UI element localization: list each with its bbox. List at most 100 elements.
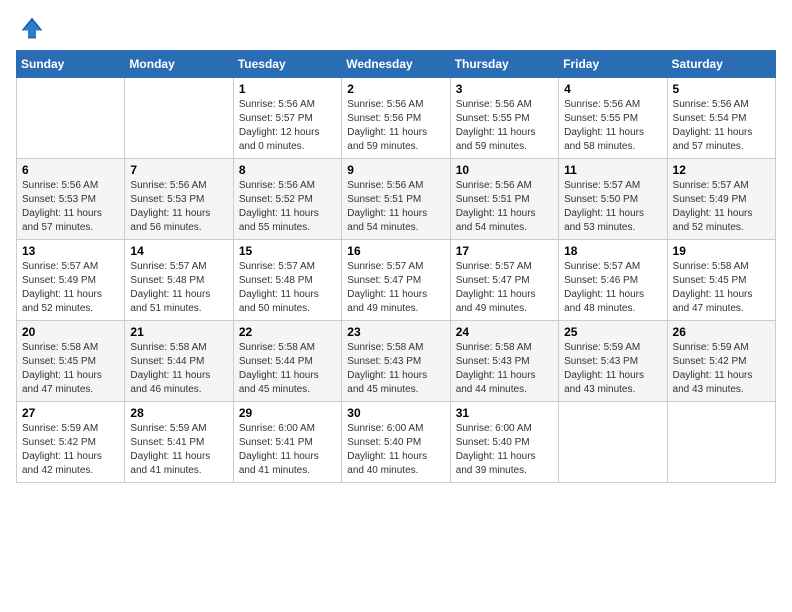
- calendar-cell: 8 Sunrise: 5:56 AMSunset: 5:52 PMDaylight…: [233, 159, 341, 240]
- week-row-3: 20 Sunrise: 5:58 AMSunset: 5:45 PMDayligh…: [17, 321, 776, 402]
- calendar-cell: 15 Sunrise: 5:57 AMSunset: 5:48 PMDayligh…: [233, 240, 341, 321]
- day-number: 27: [22, 406, 119, 420]
- header-saturday: Saturday: [667, 51, 775, 78]
- day-number: 11: [564, 163, 661, 177]
- day-info: Sunrise: 5:57 AMSunset: 5:49 PMDaylight:…: [22, 260, 119, 316]
- header-sunday: Sunday: [17, 51, 125, 78]
- day-info: Sunrise: 6:00 AMSunset: 5:40 PMDaylight:…: [347, 422, 444, 478]
- day-info: Sunrise: 5:56 AMSunset: 5:57 PMDaylight:…: [239, 98, 336, 154]
- day-number: 6: [22, 163, 119, 177]
- day-number: 28: [130, 406, 227, 420]
- day-info: Sunrise: 5:57 AMSunset: 5:47 PMDaylight:…: [456, 260, 553, 316]
- day-number: 15: [239, 244, 336, 258]
- page-header: [16, 16, 776, 40]
- calendar-cell: [559, 402, 667, 483]
- calendar-cell: 13 Sunrise: 5:57 AMSunset: 5:49 PMDayligh…: [17, 240, 125, 321]
- calendar-cell: 20 Sunrise: 5:58 AMSunset: 5:45 PMDayligh…: [17, 321, 125, 402]
- day-number: 21: [130, 325, 227, 339]
- header-monday: Monday: [125, 51, 233, 78]
- day-number: 7: [130, 163, 227, 177]
- day-info: Sunrise: 5:57 AMSunset: 5:46 PMDaylight:…: [564, 260, 661, 316]
- calendar-cell: 9 Sunrise: 5:56 AMSunset: 5:51 PMDaylight…: [342, 159, 450, 240]
- day-info: Sunrise: 6:00 AMSunset: 5:41 PMDaylight:…: [239, 422, 336, 478]
- calendar-header-row: SundayMondayTuesdayWednesdayThursdayFrid…: [17, 51, 776, 78]
- day-number: 20: [22, 325, 119, 339]
- calendar-cell: 18 Sunrise: 5:57 AMSunset: 5:46 PMDayligh…: [559, 240, 667, 321]
- calendar: SundayMondayTuesdayWednesdayThursdayFrid…: [16, 50, 776, 483]
- day-number: 14: [130, 244, 227, 258]
- calendar-cell: 19Sunrise: 5:58 AMSunset: 5:45 PMDayligh…: [667, 240, 775, 321]
- calendar-cell: 29 Sunrise: 6:00 AMSunset: 5:41 PMDayligh…: [233, 402, 341, 483]
- calendar-cell: 10 Sunrise: 5:56 AMSunset: 5:51 PMDayligh…: [450, 159, 558, 240]
- calendar-cell: [17, 78, 125, 159]
- calendar-cell: [125, 78, 233, 159]
- week-row-0: 1Sunrise: 5:56 AMSunset: 5:57 PMDaylight…: [17, 78, 776, 159]
- day-info: Sunrise: 5:56 AMSunset: 5:53 PMDaylight:…: [130, 179, 227, 235]
- day-number: 16: [347, 244, 444, 258]
- calendar-cell: 17 Sunrise: 5:57 AMSunset: 5:47 PMDayligh…: [450, 240, 558, 321]
- header-friday: Friday: [559, 51, 667, 78]
- header-thursday: Thursday: [450, 51, 558, 78]
- calendar-cell: 28Sunrise: 5:59 AMSunset: 5:41 PMDayligh…: [125, 402, 233, 483]
- day-info: Sunrise: 5:56 AMSunset: 5:51 PMDaylight:…: [347, 179, 444, 235]
- day-info: Sunrise: 5:59 AMSunset: 5:43 PMDaylight:…: [564, 341, 661, 397]
- header-tuesday: Tuesday: [233, 51, 341, 78]
- day-info: Sunrise: 5:58 AMSunset: 5:43 PMDaylight:…: [347, 341, 444, 397]
- calendar-cell: 14 Sunrise: 5:57 AMSunset: 5:48 PMDayligh…: [125, 240, 233, 321]
- calendar-cell: 26Sunrise: 5:59 AMSunset: 5:42 PMDayligh…: [667, 321, 775, 402]
- day-number: 10: [456, 163, 553, 177]
- logo-icon: [20, 16, 44, 40]
- calendar-cell: 11Sunrise: 5:57 AMSunset: 5:50 PMDayligh…: [559, 159, 667, 240]
- day-info: Sunrise: 5:59 AMSunset: 5:42 PMDaylight:…: [22, 422, 119, 478]
- day-info: Sunrise: 5:56 AMSunset: 5:53 PMDaylight:…: [22, 179, 119, 235]
- calendar-cell: 31Sunrise: 6:00 AMSunset: 5:40 PMDayligh…: [450, 402, 558, 483]
- day-number: 22: [239, 325, 336, 339]
- day-info: Sunrise: 5:56 AMSunset: 5:52 PMDaylight:…: [239, 179, 336, 235]
- calendar-cell: 22 Sunrise: 5:58 AMSunset: 5:44 PMDayligh…: [233, 321, 341, 402]
- day-info: Sunrise: 5:56 AMSunset: 5:56 PMDaylight:…: [347, 98, 444, 154]
- day-number: 2: [347, 82, 444, 96]
- day-info: Sunrise: 5:57 AMSunset: 5:48 PMDaylight:…: [130, 260, 227, 316]
- day-number: 18: [564, 244, 661, 258]
- day-number: 26: [673, 325, 770, 339]
- week-row-2: 13 Sunrise: 5:57 AMSunset: 5:49 PMDayligh…: [17, 240, 776, 321]
- calendar-cell: 3Sunrise: 5:56 AMSunset: 5:55 PMDaylight…: [450, 78, 558, 159]
- day-info: Sunrise: 5:56 AMSunset: 5:51 PMDaylight:…: [456, 179, 553, 235]
- header-wednesday: Wednesday: [342, 51, 450, 78]
- day-number: 24: [456, 325, 553, 339]
- day-info: Sunrise: 5:56 AMSunset: 5:55 PMDaylight:…: [564, 98, 661, 154]
- day-number: 4: [564, 82, 661, 96]
- calendar-cell: 5 Sunrise: 5:56 AMSunset: 5:54 PMDaylight…: [667, 78, 775, 159]
- day-info: Sunrise: 5:58 AMSunset: 5:45 PMDaylight:…: [22, 341, 119, 397]
- calendar-cell: 2 Sunrise: 5:56 AMSunset: 5:56 PMDaylight…: [342, 78, 450, 159]
- day-number: 30: [347, 406, 444, 420]
- day-info: Sunrise: 5:58 AMSunset: 5:43 PMDaylight:…: [456, 341, 553, 397]
- calendar-cell: 16 Sunrise: 5:57 AMSunset: 5:47 PMDayligh…: [342, 240, 450, 321]
- day-info: Sunrise: 5:56 AMSunset: 5:54 PMDaylight:…: [673, 98, 770, 154]
- calendar-cell: 21 Sunrise: 5:58 AMSunset: 5:44 PMDayligh…: [125, 321, 233, 402]
- calendar-cell: 12Sunrise: 5:57 AMSunset: 5:49 PMDayligh…: [667, 159, 775, 240]
- day-number: 19: [673, 244, 770, 258]
- calendar-cell: 23Sunrise: 5:58 AMSunset: 5:43 PMDayligh…: [342, 321, 450, 402]
- calendar-cell: 6 Sunrise: 5:56 AMSunset: 5:53 PMDaylight…: [17, 159, 125, 240]
- calendar-cell: 4 Sunrise: 5:56 AMSunset: 5:55 PMDaylight…: [559, 78, 667, 159]
- day-info: Sunrise: 5:57 AMSunset: 5:47 PMDaylight:…: [347, 260, 444, 316]
- calendar-cell: 24 Sunrise: 5:58 AMSunset: 5:43 PMDayligh…: [450, 321, 558, 402]
- logo: [16, 16, 44, 40]
- calendar-cell: 1Sunrise: 5:56 AMSunset: 5:57 PMDaylight…: [233, 78, 341, 159]
- day-number: 29: [239, 406, 336, 420]
- calendar-cell: 27 Sunrise: 5:59 AMSunset: 5:42 PMDayligh…: [17, 402, 125, 483]
- day-number: 8: [239, 163, 336, 177]
- day-number: 5: [673, 82, 770, 96]
- day-number: 3: [456, 82, 553, 96]
- day-number: 17: [456, 244, 553, 258]
- day-number: 12: [673, 163, 770, 177]
- day-number: 31: [456, 406, 553, 420]
- calendar-cell: 30 Sunrise: 6:00 AMSunset: 5:40 PMDayligh…: [342, 402, 450, 483]
- day-info: Sunrise: 5:58 AMSunset: 5:44 PMDaylight:…: [130, 341, 227, 397]
- day-info: Sunrise: 5:58 AMSunset: 5:44 PMDaylight:…: [239, 341, 336, 397]
- day-number: 9: [347, 163, 444, 177]
- day-number: 13: [22, 244, 119, 258]
- calendar-cell: 7 Sunrise: 5:56 AMSunset: 5:53 PMDaylight…: [125, 159, 233, 240]
- day-info: Sunrise: 5:57 AMSunset: 5:48 PMDaylight:…: [239, 260, 336, 316]
